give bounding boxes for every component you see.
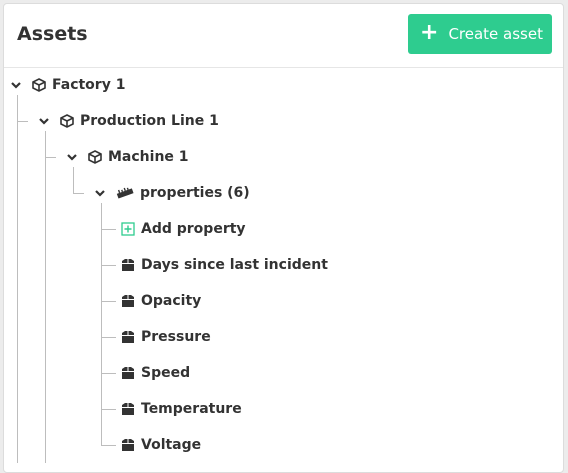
tree-connector: [101, 301, 116, 302]
tree-node-label: Production Line 1: [80, 113, 219, 129]
chevron-down-icon[interactable]: [38, 115, 50, 127]
create-asset-button[interactable]: + Create asset: [408, 14, 552, 54]
add-property-label: Add property: [141, 221, 246, 237]
tree-node-factory[interactable]: Factory 1: [10, 73, 125, 97]
property-item[interactable]: Voltage: [121, 433, 201, 457]
cube-icon: [88, 150, 102, 164]
chevron-down-icon[interactable]: [94, 187, 106, 199]
property-label: Opacity: [141, 293, 202, 309]
tree-connector: [101, 265, 116, 266]
add-property-button[interactable]: Add property: [121, 217, 246, 241]
box-icon: [122, 367, 134, 379]
tree-node-label: Machine 1: [108, 149, 189, 165]
tree-node-production-line[interactable]: Production Line 1: [38, 109, 219, 133]
property-label: Pressure: [141, 329, 211, 345]
tree-connector: [101, 373, 116, 374]
tree-node-label: Factory 1: [52, 77, 126, 93]
page-title: Assets: [17, 23, 88, 45]
property-label: Temperature: [141, 401, 242, 417]
tree-connector: [73, 193, 84, 194]
tree-connector: [101, 337, 116, 338]
property-item[interactable]: Pressure: [121, 325, 211, 349]
tree-node-label: properties (6): [140, 185, 250, 201]
box-icon: [122, 259, 134, 271]
property-item[interactable]: Days since last incident: [121, 253, 328, 277]
panel-header: Assets + Create asset: [4, 4, 563, 68]
tree-connector: [17, 95, 18, 463]
box-icon: [122, 331, 134, 343]
property-item[interactable]: Speed: [121, 361, 190, 385]
tree-connector: [101, 445, 116, 446]
property-label: Days since last incident: [141, 257, 328, 273]
chevron-down-icon[interactable]: [66, 151, 78, 163]
tree-node-properties[interactable]: properties (6): [94, 181, 250, 205]
tree-connector: [101, 409, 116, 410]
chevron-down-icon[interactable]: [10, 79, 22, 91]
tree-connector: [101, 229, 116, 230]
tree-connector: [73, 167, 74, 193]
property-label: Speed: [141, 365, 191, 381]
property-item[interactable]: Temperature: [121, 397, 242, 421]
box-icon: [122, 295, 134, 307]
ruler-icon: [116, 187, 134, 199]
tree-connector: [17, 121, 28, 122]
property-item[interactable]: Opacity: [121, 289, 201, 313]
property-label: Voltage: [141, 437, 202, 453]
box-icon: [122, 403, 134, 415]
tree-node-machine[interactable]: Machine 1: [66, 145, 189, 169]
plus-square-icon: [121, 222, 135, 236]
box-icon: [122, 439, 134, 451]
cube-icon: [32, 78, 46, 92]
tree-connector: [45, 131, 46, 463]
tree-connector: [45, 157, 56, 158]
cube-icon: [60, 114, 74, 128]
plus-icon: +: [420, 20, 439, 45]
create-asset-label: Create asset: [448, 25, 543, 43]
